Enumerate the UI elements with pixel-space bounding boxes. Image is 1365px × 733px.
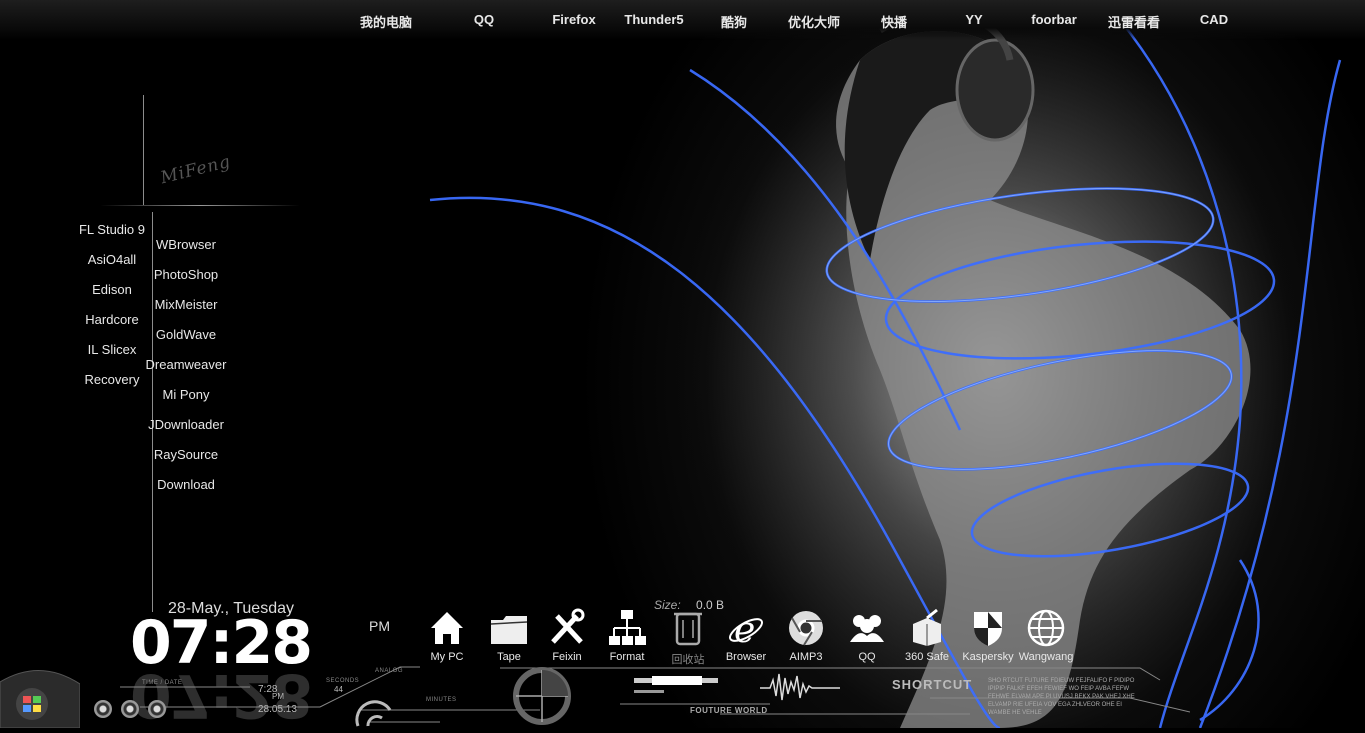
top-item-my-computer[interactable]: 我的电脑	[360, 12, 412, 31]
hud-lines	[120, 666, 540, 727]
dock-item-360-safe[interactable]: 360 Safe	[895, 608, 959, 663]
svg-text:e: e	[734, 610, 755, 648]
tray-icon[interactable]	[94, 700, 112, 718]
top-item-cad[interactable]: CAD	[1200, 12, 1228, 27]
shield-icon	[974, 612, 1002, 646]
folder-icon	[490, 616, 528, 644]
dock-item-my-pc[interactable]: My PC	[415, 608, 479, 663]
ie-icon: e	[729, 610, 763, 648]
top-item-optimizer[interactable]: 优化大师	[788, 12, 840, 31]
sidebar-item-recovery[interactable]: Recovery	[85, 372, 140, 387]
top-item-qvod[interactable]: 快播	[881, 12, 907, 31]
network-icon	[609, 610, 646, 645]
sidebar-item-download[interactable]: Download	[157, 477, 215, 492]
dock-item-wangwang[interactable]: Wangwang	[1014, 608, 1078, 663]
users-icon	[850, 615, 884, 642]
tray-icon[interactable]	[121, 700, 139, 718]
sidebar-item-wbrowser[interactable]: WBrowser	[156, 237, 216, 252]
top-item-foorbar[interactable]: foorbar	[1031, 12, 1077, 27]
box-icon	[913, 608, 941, 646]
globe-icon	[1027, 609, 1065, 647]
dock-item-feixin[interactable]: Feixin	[535, 608, 599, 663]
sidebar-item-edison[interactable]: Edison	[92, 282, 132, 297]
top-item-yy[interactable]: YY	[965, 12, 982, 27]
tray-icon[interactable]	[148, 700, 166, 718]
future-world-label: FOUTURE WORLD	[690, 706, 768, 715]
sidebar-item-asio4all[interactable]: AsiO4all	[88, 252, 136, 267]
dock-item-qq[interactable]: QQ	[835, 608, 899, 663]
trash-icon	[674, 612, 702, 646]
top-item-qq[interactable]: QQ	[474, 12, 494, 27]
sidebar-item-raysource[interactable]: RaySource	[154, 447, 218, 462]
start-button[interactable]	[0, 664, 81, 729]
sidebar-item-goldwave[interactable]: GoldWave	[156, 327, 216, 342]
top-item-kugou[interactable]: 酷狗	[721, 12, 747, 31]
dock-item-tape[interactable]: Tape	[477, 608, 541, 663]
chrome-icon	[789, 611, 823, 646]
sidebar-item-dreamweaver[interactable]: Dreamweaver	[146, 357, 227, 372]
house-icon	[431, 612, 463, 644]
top-item-xunlei-kankan[interactable]: 迅雷看看	[1108, 12, 1160, 31]
shortcut-title: SHORTCUT	[892, 677, 973, 692]
sidebar-item-fl-studio[interactable]: FL Studio 9	[79, 222, 145, 237]
dock-label: My PC	[430, 651, 464, 663]
windows-logo-icon	[0, 670, 81, 729]
divider	[100, 205, 300, 206]
shortcut-blurb: SHO RTCUT FUTURE FDIEUW FEJFALIFO F PIDI…	[988, 678, 1135, 716]
dock-item-kaspersky[interactable]: Kaspersky	[956, 608, 1020, 663]
ampm-indicator: PM	[369, 618, 390, 634]
dock-item-browser[interactable]: e Browser	[714, 608, 778, 663]
sidebar-item-jdownloader[interactable]: JDownloader	[148, 417, 224, 432]
top-launcher-bar: 我的电脑 QQ Firefox Thunder5 酷狗 优化大师 快播 YY f…	[0, 0, 1365, 40]
sidebar-item-mi-pony[interactable]: Mi Pony	[163, 387, 210, 402]
divider	[143, 95, 144, 205]
top-item-firefox[interactable]: Firefox	[552, 12, 595, 27]
tools-icon	[551, 608, 585, 644]
sidebar-item-il-slicex[interactable]: IL Slicex	[88, 342, 137, 357]
sidebar-item-hardcore[interactable]: Hardcore	[85, 312, 138, 327]
dock-item-recycle-bin[interactable]: 回收站	[656, 608, 720, 667]
dock-item-aimp3[interactable]: AIMP3	[774, 608, 838, 663]
sidebar-item-mixmeister[interactable]: MixMeister	[155, 297, 218, 312]
sidebar-item-photoshop[interactable]: PhotoShop	[154, 267, 218, 282]
dock-item-format[interactable]: Format	[595, 608, 659, 663]
top-item-thunder5[interactable]: Thunder5	[624, 12, 683, 27]
